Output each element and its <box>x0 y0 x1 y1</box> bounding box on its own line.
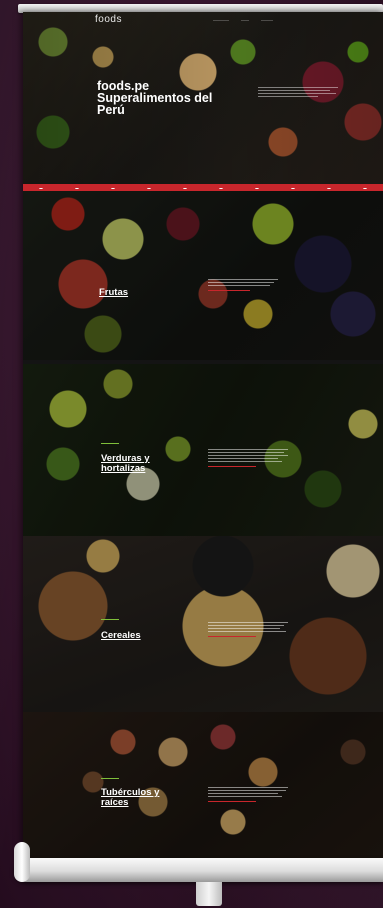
nav-item-3: ——— <box>261 17 273 22</box>
category-bar-item: ▬ <box>291 185 295 190</box>
category-bar-item: ▬ <box>363 185 367 190</box>
cereales-title: Cereales <box>101 630 141 641</box>
top-nav: ———— —— ——— <box>213 17 273 22</box>
hero-title: foods.pe Superalimentos del Perú <box>97 79 213 117</box>
category-bar-item: ▬ <box>39 185 43 190</box>
banner-stand-foot <box>196 882 222 906</box>
frutas-title: Frutas <box>99 287 129 298</box>
banner-stand-end-cap <box>14 842 30 882</box>
category-bar-item: ▬ <box>219 185 223 190</box>
verduras-paragraph <box>208 449 288 467</box>
cereales-kicker <box>101 619 119 621</box>
tuberculos-section: Tubérculos y raíces <box>23 712 383 862</box>
frutas-paragraph <box>208 279 278 291</box>
nav-item-2: —— <box>241 17 249 22</box>
tuberculos-title: Tubérculos y raíces <box>101 787 160 808</box>
category-bar-item: ▬ <box>255 185 259 190</box>
cereales-section: Cereales <box>23 536 383 712</box>
brand-logo: foods <box>95 14 122 25</box>
hero-paragraph-lines <box>258 87 338 97</box>
nav-item-1: ———— <box>213 17 229 22</box>
category-bar-item: ▬ <box>147 185 151 190</box>
verduras-section: Verduras y hortalizas <box>23 364 383 536</box>
category-bar-item: ▬ <box>75 185 79 190</box>
tuberculos-kicker <box>101 778 119 780</box>
frutas-section: Frutas <box>23 184 383 360</box>
tuberculos-paragraph <box>208 787 288 802</box>
banner-stand-base <box>14 858 383 882</box>
category-bar-item: ▬ <box>327 185 331 190</box>
rollup-banner: foods ———— —— ——— foods.pe Superalimento… <box>23 12 383 862</box>
verduras-kicker <box>101 443 119 445</box>
category-bar: ▬ ▬ ▬ ▬ ▬ ▬ ▬ ▬ ▬ ▬ <box>23 184 383 191</box>
category-bar-item: ▬ <box>111 185 115 190</box>
cereales-paragraph <box>208 622 288 637</box>
hero-section: foods ———— —— ——— foods.pe Superalimento… <box>23 12 383 184</box>
category-bar-item: ▬ <box>183 185 187 190</box>
verduras-title: Verduras y hortalizas <box>101 453 150 474</box>
